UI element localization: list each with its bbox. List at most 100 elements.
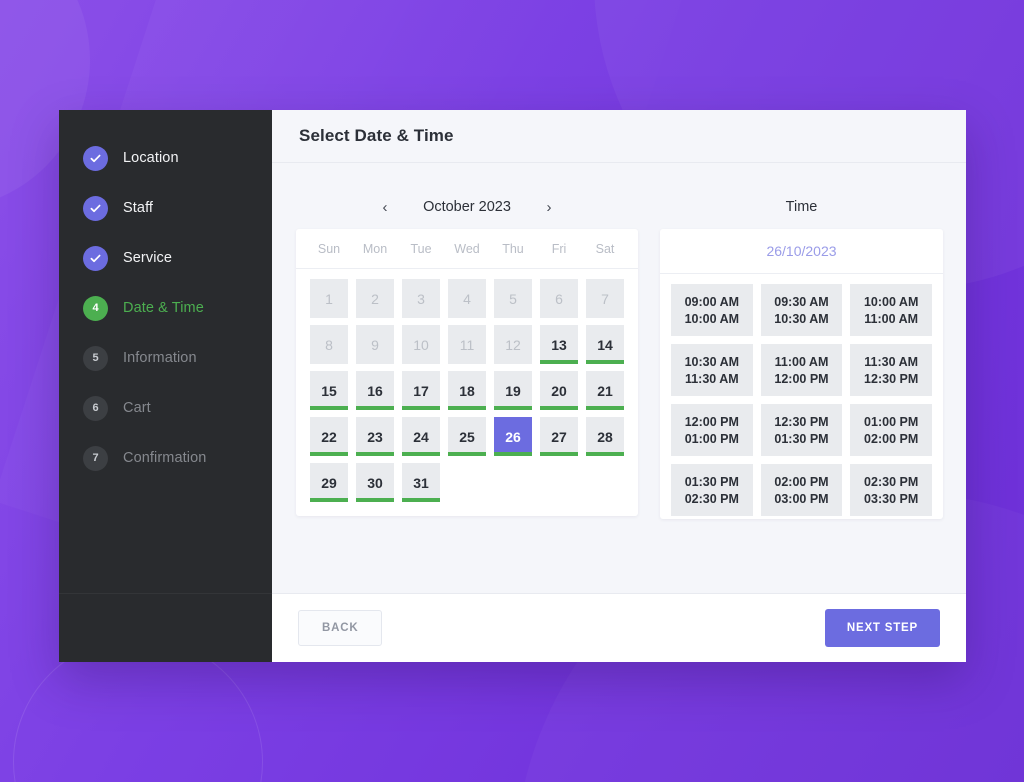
time-slot[interactable]: 09:30 AM 10:30 AM (760, 284, 843, 336)
weekday-label: Fri (551, 241, 567, 256)
calendar-day-cell[interactable]: 30 (356, 463, 394, 502)
weekday-label: Mon (362, 241, 388, 256)
calendar-day-cell[interactable]: 25 (448, 417, 486, 456)
calendar-day-cell[interactable]: 24 (402, 417, 440, 456)
calendar-day-cell[interactable]: 26 (494, 417, 532, 456)
sidebar-step-confirmation[interactable]: 7 Confirmation (59, 433, 272, 483)
calendar-day-cell[interactable]: 23 (356, 417, 394, 456)
sidebar-step-service[interactable]: Service (59, 233, 272, 283)
weekday-label: Tue (410, 241, 432, 256)
time-slot[interactable]: 10:00 AM 11:00 AM (850, 284, 932, 336)
time-slot-start: 02:00 PM (774, 474, 829, 489)
time-slot-grid: 09:00 AM 10:00 AM 09:30 AM 10:30 AM 10:00 AM… (660, 274, 943, 519)
calendar-day-cell[interactable]: 29 (310, 463, 348, 502)
booking-window: Location Staff Service 4 Date & Time 5 Informa… (59, 110, 966, 662)
time-card: 26/10/2023 09:00 AM 10:00 AM 09:30 AM 10:30… (660, 229, 943, 519)
sidebar-step-information[interactable]: 5 Information (59, 333, 272, 383)
calendar-day-cell: 1 (310, 279, 348, 318)
check-icon (83, 195, 108, 221)
time-slot[interactable]: 01:00 PM 02:00 PM (850, 404, 932, 456)
calendar-day-cell[interactable]: 13 (540, 325, 578, 364)
time-slot-start: 11:00 AM (774, 354, 829, 369)
time-slot[interactable]: 12:00 PM 01:00 PM (671, 404, 753, 456)
weekday-label: Wed (454, 241, 480, 256)
calendar-day-cell[interactable]: 27 (540, 417, 578, 456)
sidebar-step-date-time[interactable]: 4 Date & Time (59, 283, 272, 333)
time-slot-end: 01:00 PM (684, 431, 739, 446)
calendar-day-cell[interactable]: 17 (402, 371, 440, 410)
time-slot-end: 02:00 PM (864, 431, 919, 446)
calendar-day-cell[interactable]: 18 (448, 371, 486, 410)
time-slot[interactable]: 02:00 PM 03:00 PM (760, 464, 843, 516)
time-slot-start: 10:30 AM (684, 354, 740, 369)
day-grid: 1 2 3 4 5 6 7 8 9 10 11 12 13 14 15 16 17 18 19 20 21 22 23 24 2… (296, 269, 638, 516)
calendar-day-cell: 8 (310, 325, 348, 364)
month-label: October 2023 (423, 199, 511, 215)
calendar-day-cell[interactable]: 28 (586, 417, 624, 456)
sidebar-step-label: Confirmation (123, 450, 207, 466)
sidebar-step-location[interactable]: Location (59, 133, 272, 183)
time-slot-end: 12:00 PM (774, 371, 829, 386)
calendar-day-cell: 2 (356, 279, 394, 318)
calendar-day-cell: 9 (356, 325, 394, 364)
calendar-day-cell[interactable]: 31 (402, 463, 440, 502)
time-heading: Time (785, 199, 818, 215)
sidebar-step-cart[interactable]: 6 Cart (59, 383, 272, 433)
step-number-badge: 6 (83, 395, 108, 421)
main-panel: Select Date & Time ‹ October 2023 › Sun M… (272, 110, 966, 662)
calendar-day-cell: 6 (540, 279, 578, 318)
calendar-day-cell: 11 (448, 325, 486, 364)
check-icon (83, 245, 108, 271)
time-panel-header: Time (660, 185, 943, 229)
step-number-badge: 7 (83, 445, 108, 471)
time-slot-end: 10:00 AM (684, 311, 740, 326)
calendar-day-cell[interactable]: 22 (310, 417, 348, 456)
weekday-label: Sat (595, 241, 615, 256)
time-slot[interactable]: 11:30 AM 12:30 PM (850, 344, 932, 396)
time-slot-end: 12:30 PM (864, 371, 919, 386)
calendar-day-cell: 4 (448, 279, 486, 318)
step-number-badge: 5 (83, 345, 108, 371)
next-step-button[interactable]: NEXT STEP (824, 609, 940, 647)
step-list: Location Staff Service 4 Date & Time 5 Informa… (59, 133, 272, 593)
calendar-day-cell[interactable]: 14 (586, 325, 624, 364)
time-slot-end: 11:30 AM (684, 371, 739, 386)
calendar-column: ‹ October 2023 › Sun Mon Tue Wed Thu Fri Sat 1… (296, 185, 638, 593)
calendar-day-placeholder (448, 463, 486, 502)
calendar-day-cell[interactable]: 20 (540, 371, 578, 410)
step-number-badge: 4 (83, 295, 108, 321)
page-title: Select Date & Time (299, 126, 454, 145)
calendar-day-cell[interactable]: 15 (310, 371, 348, 410)
calendar-card: Sun Mon Tue Wed Thu Fri Sat 1 2 3 4 5 6 7 8 9 10 11 12 13 1… (296, 229, 638, 516)
time-slot-start: 11:30 AM (864, 354, 919, 369)
calendar-day-placeholder (540, 463, 578, 502)
calendar-day-cell[interactable]: 16 (356, 371, 394, 410)
time-slot-start: 01:00 PM (864, 414, 919, 429)
sidebar-step-staff[interactable]: Staff (59, 183, 272, 233)
calendar-month-nav: ‹ October 2023 › (296, 185, 638, 229)
time-slot-end: 10:30 AM (774, 311, 829, 326)
sidebar-footer-spacer (59, 593, 272, 662)
time-slot[interactable]: 02:30 PM 03:30 PM (850, 464, 932, 516)
selected-date-label: 26/10/2023 (660, 229, 943, 274)
calendar-day-cell[interactable]: 21 (586, 371, 624, 410)
time-slot-end: 02:30 PM (684, 491, 739, 506)
time-slot[interactable]: 01:30 PM 02:30 PM (671, 464, 753, 516)
calendar-day-cell[interactable]: 19 (494, 371, 532, 410)
next-month-icon[interactable]: › (541, 200, 557, 215)
time-slot-start: 09:00 AM (684, 294, 740, 309)
time-slot[interactable]: 09:00 AM 10:00 AM (671, 284, 753, 336)
prev-month-icon[interactable]: ‹ (377, 200, 393, 215)
back-button[interactable]: BACK (298, 610, 383, 646)
time-slot-end: 01:30 PM (774, 431, 829, 446)
time-slot-start: 10:00 AM (863, 294, 919, 309)
time-slot[interactable]: 11:00 AM 12:00 PM (760, 344, 843, 396)
time-slot[interactable]: 10:30 AM 11:30 AM (671, 344, 753, 396)
sidebar-step-label: Location (123, 150, 179, 166)
sidebar-step-label: Cart (123, 400, 151, 416)
weekday-label: Sun (317, 241, 341, 256)
time-column: Time 26/10/2023 09:00 AM 10:00 AM 09:30 AM… (660, 185, 943, 593)
time-slot[interactable]: 12:30 PM 01:30 PM (760, 404, 843, 456)
main-header: Select Date & Time (272, 110, 966, 163)
calendar-day-placeholder (586, 463, 624, 502)
